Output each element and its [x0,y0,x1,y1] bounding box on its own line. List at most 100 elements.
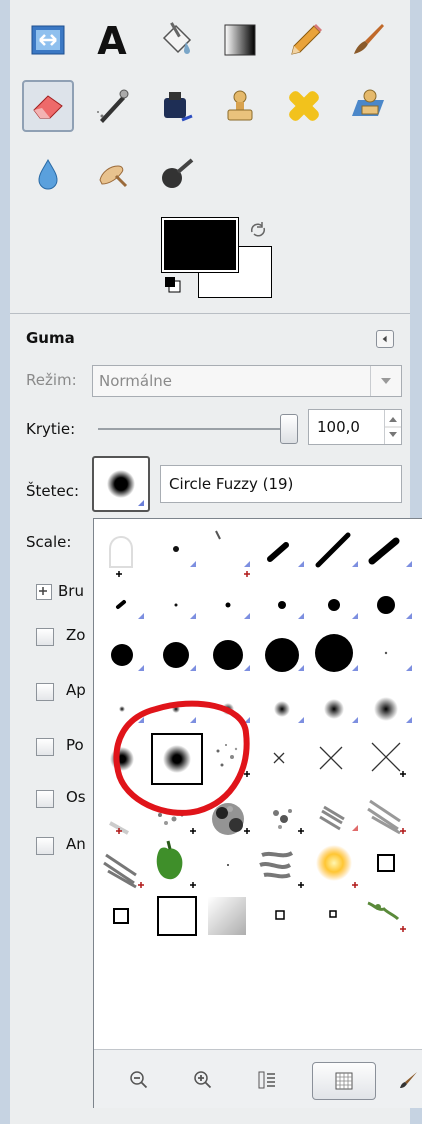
brush-cell[interactable] [208,897,246,935]
zoom-in-icon[interactable] [178,1062,228,1098]
option-label: An [66,835,86,853]
clone-icon[interactable] [214,80,266,132]
mode-label: Režim: [26,371,77,389]
smudge-icon[interactable] [86,148,138,200]
svg-text:A: A [97,20,127,60]
brush-preview-button[interactable] [92,456,150,512]
brush-cell[interactable] [319,805,358,831]
brush-cell[interactable] [163,642,196,671]
opacity-value-field[interactable]: 100,0 [308,409,402,445]
brush-cell[interactable] [315,634,358,672]
mode-select[interactable]: Normálne [92,365,402,397]
option-label: Ap [66,681,86,699]
brush-cell[interactable] [116,600,144,619]
option-label: Os [66,788,86,806]
foreground-color-swatch[interactable] [161,217,239,273]
chevron-down-icon[interactable] [370,366,401,396]
brush-cell[interactable] [109,821,129,835]
ink-icon[interactable] [150,80,202,132]
brush-cell[interactable] [215,530,250,577]
brush-cell[interactable] [273,809,304,834]
brush-cell[interactable] [377,854,395,872]
brush-cell[interactable] [274,701,304,723]
left-edge [0,0,10,1124]
opacity-spinner[interactable] [384,410,401,444]
expander-plus-icon[interactable] [36,584,52,600]
brush-cell[interactable] [173,546,196,567]
bucket-fill-icon[interactable] [150,14,202,66]
default-colors-icon[interactable] [164,276,182,294]
brush-cell[interactable] [267,542,304,567]
brush-cell-selected[interactable] [151,733,203,785]
brush-cell[interactable] [265,638,304,672]
brush-cell[interactable] [213,640,250,671]
paintbrush-icon[interactable] [342,14,394,66]
brush-name-field[interactable]: Circle Fuzzy (19) [160,465,402,503]
brush-dynamics-label: Bru [58,582,84,600]
brush-cell[interactable] [324,699,358,723]
opacity-value: 100,0 [317,418,360,436]
brush-cell[interactable] [111,644,144,671]
brush-cell[interactable] [109,536,133,577]
brush-cell[interactable] [384,651,412,671]
brush-cell[interactable] [212,803,250,835]
brush-cell[interactable] [273,752,285,764]
brush-cell[interactable] [315,532,358,568]
edit-brush-icon[interactable] [394,1062,422,1098]
airbrush-icon[interactable] [86,80,138,132]
brush-cell[interactable] [367,901,406,932]
brush-cell[interactable] [157,896,197,936]
brush-name: Circle Fuzzy (19) [169,475,294,493]
opacity-slider[interactable] [98,428,296,430]
brush-cell[interactable] [371,742,406,777]
brush-label: Štetec: [26,482,80,500]
brush-cell[interactable] [377,596,412,619]
brush-cell[interactable] [225,602,251,620]
brush-cell[interactable] [374,697,412,723]
brush-cell[interactable] [259,851,304,888]
brush-cell[interactable] [278,601,304,619]
brush-cell[interactable] [319,746,343,770]
brush-cell[interactable] [329,910,337,918]
brush-cell[interactable] [367,799,406,835]
brush-cell[interactable] [227,864,229,866]
scale-label: Scale: [26,533,72,551]
brush-cell[interactable] [172,705,196,723]
option-label: Zo [66,626,86,644]
brush-cell[interactable] [113,908,129,924]
brush-cell[interactable] [368,537,412,567]
pencil-icon[interactable] [278,14,330,66]
mode-select-value: Normálne [99,372,173,390]
option-checkbox[interactable] [36,790,54,808]
opacity-slider-handle[interactable] [280,414,298,444]
blur-icon[interactable] [22,148,74,200]
heal-icon[interactable] [278,80,330,132]
option-checkbox[interactable] [36,683,54,701]
brush-cell[interactable] [156,840,196,888]
grid-view-icon[interactable] [312,1062,376,1100]
option-checkbox[interactable] [36,837,54,855]
brush-grid [103,530,412,936]
option-checkbox[interactable] [36,738,54,756]
text-icon[interactable]: A [86,14,138,66]
option-label: Po [66,736,84,754]
opacity-label: Krytie: [26,420,76,438]
align-icon[interactable] [22,14,74,66]
brush-cell[interactable] [103,853,144,889]
brush-popup [93,518,422,1108]
swap-colors-icon[interactable] [248,220,268,240]
zoom-out-icon[interactable] [114,1062,164,1098]
brush-popup-toolbar [94,1049,422,1108]
panel-menu-button[interactable] [376,330,394,348]
option-checkbox[interactable] [36,628,54,646]
eraser-icon[interactable] [22,80,74,132]
brush-cell[interactable] [328,599,358,619]
brush-cell[interactable] [174,603,197,620]
blend-icon[interactable] [214,14,266,66]
dodge-burn-icon[interactable] [150,148,202,200]
brush-cell[interactable] [316,845,358,888]
tool-options-title: Guma [26,329,75,347]
list-view-icon[interactable] [242,1062,292,1098]
perspective-clone-icon[interactable] [342,80,394,132]
brush-cell[interactable] [275,910,285,920]
